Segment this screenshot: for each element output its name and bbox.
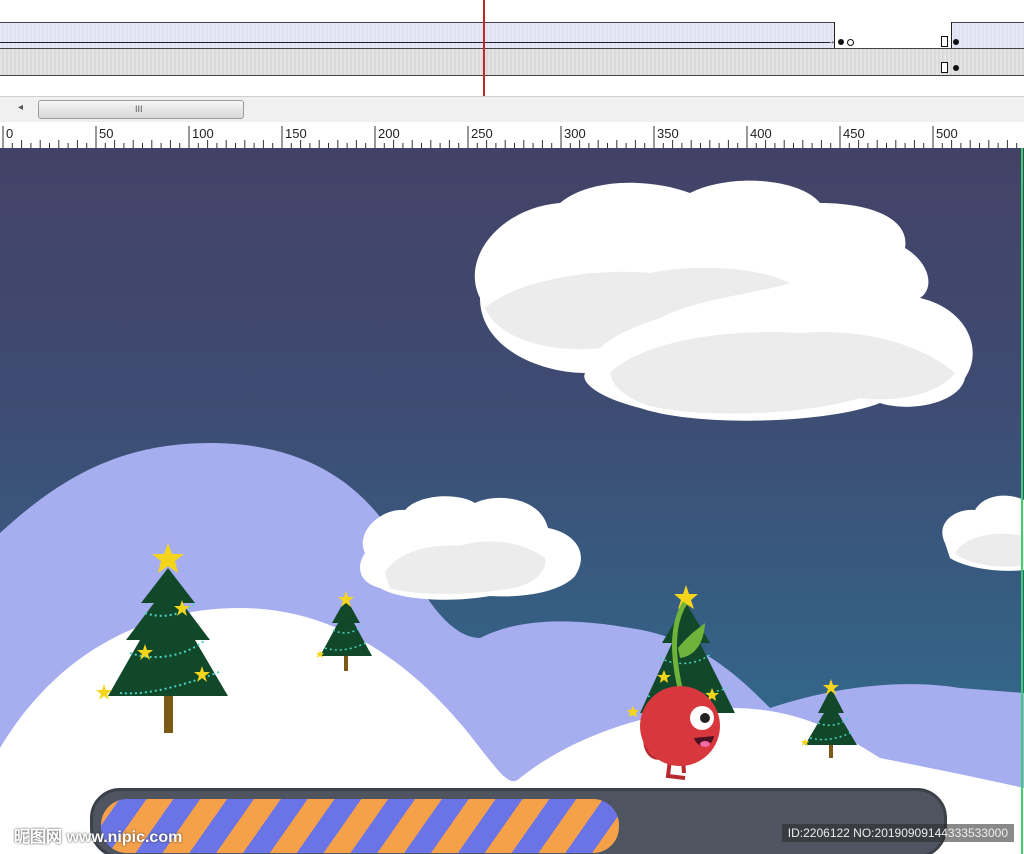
ruler-label: 400 xyxy=(750,126,772,141)
timeline-playhead[interactable] xyxy=(483,0,485,96)
loading-progress-track xyxy=(90,788,947,854)
timeline-layer-track-2[interactable] xyxy=(0,48,1024,76)
horizontal-ruler: 0 50 100 150 200 250 300 350 400 450 500 xyxy=(0,122,1024,149)
ruler-label: 350 xyxy=(657,126,679,141)
scroll-left-arrow-icon[interactable]: ◂ xyxy=(18,102,23,113)
keyframe-dot-icon[interactable] xyxy=(953,65,959,71)
ruler-label: 0 xyxy=(6,126,13,141)
ruler-label: 50 xyxy=(99,126,113,141)
ruler-label: 450 xyxy=(843,126,865,141)
frame-end-marker-icon[interactable] xyxy=(941,62,948,73)
ruler-label: 500 xyxy=(936,126,958,141)
motion-tween-line xyxy=(0,42,830,43)
watermark-id: ID:2206122 NO:20190909144333533000 xyxy=(781,824,1014,842)
scrollbar-grip-icon: III xyxy=(135,104,143,114)
keyframe-dot-icon[interactable] xyxy=(838,39,844,45)
ruler-label: 100 xyxy=(192,126,214,141)
empty-keyframe-icon[interactable] xyxy=(847,39,854,46)
ruler-label: 150 xyxy=(285,126,307,141)
ruler-label: 250 xyxy=(471,126,493,141)
horizontal-scrollbar[interactable]: ◂ III xyxy=(0,96,1024,124)
keyframe-dot-icon[interactable] xyxy=(953,39,959,45)
ruler-label: 300 xyxy=(564,126,586,141)
stage-artwork xyxy=(0,180,1024,854)
frame-end-marker-icon[interactable] xyxy=(941,36,948,47)
medium-cloud xyxy=(360,496,581,600)
animation-stage xyxy=(0,148,1024,854)
timeline-panel: → xyxy=(0,0,1024,96)
scrollbar-thumb[interactable]: III xyxy=(38,100,244,119)
stage-boundary-guide xyxy=(1021,148,1023,854)
ruler-ticks: 0 50 100 150 200 250 300 350 400 450 500 xyxy=(2,126,1018,148)
ruler-label: 200 xyxy=(378,126,400,141)
watermark-site: 昵图网 www.nipic.com xyxy=(14,829,183,846)
small-cloud xyxy=(942,495,1024,571)
large-cloud xyxy=(474,180,973,421)
